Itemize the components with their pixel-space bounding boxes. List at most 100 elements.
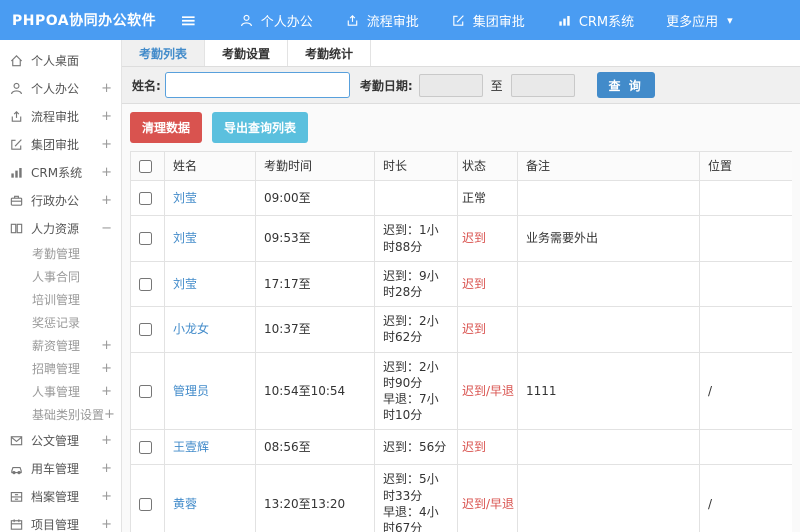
note-cell [517,260,700,308]
search-button[interactable]: 查 询 [596,72,655,98]
date-from-input[interactable] [418,73,483,97]
expand-toggle-icon[interactable]: + [101,517,112,532]
date-to-label: 至 [490,78,503,93]
expand-toggle-icon[interactable]: − [101,221,112,236]
employee-name-link[interactable]: 王壹辉 [173,440,209,454]
time-cell: 10:54至10:54 [255,351,375,431]
employee-name-link[interactable]: 刘莹 [173,191,197,205]
duration-cell: 迟到：1小时88分 [374,215,458,262]
sidebar-subitem-6-4[interactable]: 薪资管理 + [0,334,121,357]
location-cell [699,306,792,353]
sidebar-item-7[interactable]: 公文管理 + [0,426,121,454]
expand-toggle-icon[interactable]: + [101,489,112,504]
sidebar-subitem-6-0[interactable]: 考勤管理 [0,242,121,265]
topnav-item-label: 更多应用 [666,14,719,30]
sidebar-item-0[interactable]: 个人桌面 [0,46,121,74]
sidebar-subitem-6-7[interactable]: 基础类别设置 + [0,403,121,426]
expand-toggle-icon[interactable]: + [101,81,112,96]
name-cell: 管理员 [164,351,256,431]
name-cell: 王壹辉 [164,429,256,466]
row-checkbox-cell [130,429,165,466]
user-icon [239,13,254,28]
topnav-item-label: 个人办公 [260,14,313,30]
sidebar-subitem-label: 基础类别设置 [32,408,105,422]
sidebar-subitem-6-2[interactable]: 培训管理 [0,288,121,311]
tab-1[interactable]: 考勤设置 [205,40,289,66]
clean-data-button[interactable]: 清理数据 [130,112,203,143]
employee-name-link[interactable]: 管理员 [173,384,209,398]
row-checkbox[interactable] [139,441,152,455]
sidebar-item-4[interactable]: CRM系统 + [0,158,121,186]
row-checkbox[interactable] [139,232,152,246]
expand-toggle-icon[interactable]: + [101,384,112,399]
briefcase-icon [9,193,27,208]
expand-toggle-icon[interactable]: + [101,338,112,353]
tab-0[interactable]: 考勤列表 [122,40,206,66]
row-checkbox-cell [130,180,165,217]
sidebar-item-2[interactable]: 流程审批 + [0,102,121,130]
employee-name-link[interactable]: 刘莹 [173,277,197,291]
sidebar-item-5[interactable]: 行政办公 + [0,186,121,214]
sidebar-item-label: 公文管理 [31,433,80,448]
name-filter-input[interactable] [164,72,350,98]
export-list-button[interactable]: 导出查询列表 [212,112,309,143]
location-cell: / [699,351,792,431]
employee-name-link[interactable]: 黄蓉 [173,497,197,511]
row-checkbox[interactable] [139,384,152,398]
topnav-item-3[interactable]: CRM系统 [541,11,650,30]
name-cell: 刘莹 [164,260,256,308]
hamburger-icon[interactable]: ≡ [168,10,209,30]
expand-toggle-icon[interactable]: + [104,407,115,422]
table-row: 刘莹 09:00至 正常 [130,180,792,217]
sidebar-item-1[interactable]: 个人办公 + [0,74,121,102]
row-checkbox-cell [130,351,165,431]
date-to-input[interactable] [510,73,575,97]
sidebar-item-9[interactable]: 档案管理 + [0,482,121,510]
tab-2[interactable]: 考勤统计 [288,40,372,66]
sidebar-subitem-label: 招聘管理 [32,362,81,376]
topnav-item-2[interactable]: 集团审批 [435,11,541,30]
row-checkbox[interactable] [139,497,152,511]
sidebar-subitem-6-6[interactable]: 人事管理 + [0,380,121,403]
sidebar-item-3[interactable]: 集团审批 + [0,130,121,158]
sidebar-item-8[interactable]: 用车管理 + [0,454,121,482]
sidebar-item-6[interactable]: 人力资源 − [0,214,121,242]
book-icon [9,221,27,236]
expand-toggle-icon[interactable]: + [101,137,112,152]
column-header-0: 姓名 [164,151,256,182]
row-checkbox[interactable] [139,277,152,291]
topnav-item-1[interactable]: 流程审批 [329,11,435,30]
name-cell: 黄蓉 [164,464,256,532]
row-checkbox[interactable] [139,323,152,337]
sidebar-item-10[interactable]: 项目管理 + [0,510,121,532]
tab-bar: 考勤列表 考勤设置 考勤统计 [122,40,800,67]
name-cell: 刘莹 [164,180,256,217]
time-cell: 08:56至 [255,429,375,466]
expand-toggle-icon[interactable]: + [101,433,112,448]
select-all-checkbox[interactable] [139,160,152,173]
expand-toggle-icon[interactable]: + [101,109,112,124]
sidebar-subitem-6-1[interactable]: 人事合同 [0,265,121,288]
topnav-item-4[interactable]: 更多应用 ▾ [650,11,749,30]
row-checkbox[interactable] [139,192,152,206]
expand-toggle-icon[interactable]: + [101,193,112,208]
note-cell [517,180,700,217]
attendance-table: 姓名 考勤时间 时长 状态 备注 位置 刘莹 09:00至 正常 刘莹 09:53至 迟到：1小时8… [130,151,792,532]
attendance-table-wrap: 姓名 考勤时间 时长 状态 备注 位置 刘莹 09:00至 正常 刘莹 09:53至 迟到：1小时8… [130,151,792,532]
expand-toggle-icon[interactable]: + [101,361,112,376]
sidebar-subitem-6-5[interactable]: 招聘管理 + [0,357,121,380]
topnav-item-0[interactable]: 个人办公 [223,11,329,30]
employee-name-link[interactable]: 刘莹 [173,231,197,245]
sidebar-item-label: 用车管理 [31,461,80,476]
status-cell: 正常 [457,180,518,217]
time-cell: 13:20至13:20 [255,464,375,532]
expand-toggle-icon[interactable]: + [101,165,112,180]
employee-name-link[interactable]: 小龙女 [173,322,209,336]
table-row: 刘莹 17:17至 迟到：9小时28分 迟到 [130,260,792,308]
duration-cell: 迟到：5小时33分 早退：4小时67分 [374,464,458,532]
expand-toggle-icon[interactable]: + [101,461,112,476]
mail-icon [9,433,27,448]
duration-cell [374,180,458,217]
app-logo: PHPOA协同办公软件 [12,13,157,29]
sidebar-subitem-6-3[interactable]: 奖惩记录 [0,311,121,334]
